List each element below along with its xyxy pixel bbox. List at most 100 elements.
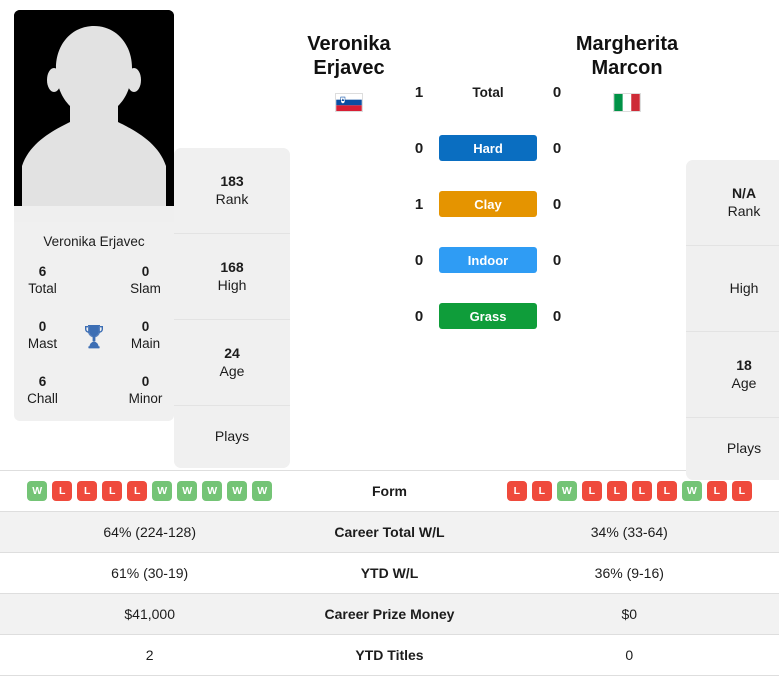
h2h-row-grass: 0 Grass 0 (408, 288, 568, 344)
left-form-badge-8[interactable]: W (202, 481, 223, 501)
left-high-row: 168 High (174, 234, 290, 320)
left-titles-total: 6 Total (14, 264, 71, 297)
right-prize-money: $0 (479, 593, 779, 635)
left-rank-row: 183 Rank (174, 148, 290, 234)
right-form-badge-7[interactable]: L (656, 481, 677, 501)
table-row-ytd-wl: 61% (30-19) YTD W/L 36% (9-16) (0, 552, 779, 594)
h2h-indoor-badge[interactable]: Indoor (439, 247, 537, 273)
head-to-head-surfaces: 1 Total 0 0 Hard 0 1 Clay 0 0 Indoor 0 0… (408, 10, 568, 344)
right-player-first-name: Margherita (575, 33, 679, 55)
left-age-row: 24 Age (174, 320, 290, 406)
left-player-first-name: Veronika (307, 33, 391, 55)
h2h-indoor-left-score: 0 (414, 251, 424, 269)
left-ytd-titles: 2 (0, 634, 300, 676)
right-ytd-wl: 36% (9-16) (479, 552, 779, 594)
right-form-strip: LLWLLLLWLL (480, 481, 779, 501)
right-form-badge-8[interactable]: W (681, 481, 702, 501)
left-rank-label: Rank (215, 190, 249, 207)
row-label-ytd-wl: YTD W/L (299, 552, 480, 594)
row-label-ytd-titles: YTD Titles (299, 634, 480, 676)
h2h-indoor-right-score: 0 (552, 251, 562, 269)
h2h-grass-badge[interactable]: Grass (439, 303, 537, 329)
left-form-badge-10[interactable]: W (252, 481, 273, 501)
left-form-badge-5[interactable]: L (127, 481, 148, 501)
right-form-badge-2[interactable]: L (531, 481, 552, 501)
h2h-hard-badge[interactable]: Hard (439, 135, 537, 161)
left-age-label: Age (219, 362, 245, 379)
left-titles-mast-label: Mast (27, 335, 58, 351)
left-form-badge-7[interactable]: W (177, 481, 198, 501)
left-high-value: 168 (220, 259, 244, 275)
left-form-badge-6[interactable]: W (152, 481, 173, 501)
left-career-wl: 64% (224-128) (0, 511, 300, 553)
h2h-clay-left-score: 1 (414, 195, 424, 213)
slovenia-flag-icon (335, 92, 363, 112)
right-rank-value: N/A (731, 185, 757, 201)
left-form-badge-9[interactable]: W (227, 481, 248, 501)
left-player-column: Veronika Erjavec 6 Total 0 Slam 0 Mast 0… (14, 10, 174, 421)
left-titles-chall-value: 6 (38, 374, 47, 390)
left-age-value: 24 (224, 345, 240, 361)
right-age-value: 18 (736, 357, 752, 373)
left-player-name-block: Veronika Erjavec (290, 10, 408, 112)
left-titles-main-label: Main (130, 335, 161, 351)
player-silhouette-icon (14, 10, 174, 222)
right-form-badge-9[interactable]: L (706, 481, 727, 501)
left-player-last-name: Erjavec (313, 57, 385, 80)
left-titles-mast: 0 Mast (14, 319, 71, 352)
left-titles-chall-label: Chall (27, 390, 58, 406)
right-form-badge-10[interactable]: L (731, 481, 752, 501)
h2h-total-left-score: 1 (414, 83, 424, 101)
center-section: Veronika Erjavec 1 Total 0 0 Hard 0 1 Cl… (290, 10, 686, 344)
right-plays-label: Plays (726, 440, 762, 457)
right-ytd-titles: 0 (479, 634, 779, 676)
left-form-cell: WLLLLWWWWW (0, 470, 300, 512)
left-titles-grid: 6 Total 0 Slam 0 Mast 0 Main 6 Chall 0 M… (14, 264, 174, 407)
left-form-strip: WLLLLWWWWW (0, 481, 299, 501)
left-rank-value: 183 (220, 173, 244, 189)
right-career-wl: 34% (33-64) (479, 511, 779, 553)
left-titles-slam-label: Slam (130, 280, 161, 296)
right-form-badge-6[interactable]: L (631, 481, 652, 501)
right-player-last-name: Marcon (591, 57, 663, 80)
right-high-label: High (729, 279, 759, 296)
table-row-prize-money: $41,000 Career Prize Money $0 (0, 593, 779, 635)
row-label-career-wl: Career Total W/L (299, 511, 480, 553)
left-player-titles-card: Veronika Erjavec 6 Total 0 Slam 0 Mast 0… (14, 222, 174, 421)
row-label-form: Form (299, 470, 480, 512)
left-ytd-wl: 61% (30-19) (0, 552, 300, 594)
table-row-ytd-titles: 2 YTD Titles 0 (0, 634, 779, 676)
right-plays-row: Plays (686, 418, 779, 480)
left-trophy-icon-cell (71, 323, 117, 349)
left-player-card-name: Veronika Erjavec (43, 234, 145, 249)
left-titles-main-value: 0 (141, 319, 150, 335)
trophy-icon (85, 324, 103, 348)
left-form-badge-2[interactable]: L (52, 481, 73, 501)
right-rank-row: N/A Rank (686, 160, 779, 246)
h2h-row-clay: 1 Clay 0 (408, 176, 568, 232)
h2h-clay-right-score: 0 (552, 195, 562, 213)
table-row-career-wl: 64% (224-128) Career Total W/L 34% (33-6… (0, 511, 779, 553)
h2h-grass-left-score: 0 (414, 307, 424, 325)
left-prize-money: $41,000 (0, 593, 300, 635)
h2h-clay-badge[interactable]: Clay (439, 191, 537, 217)
left-titles-main: 0 Main (117, 319, 174, 352)
right-age-row: 18 Age (686, 332, 779, 418)
player-comparison-page: Veronika Erjavec 6 Total 0 Slam 0 Mast 0… (0, 0, 779, 699)
right-rank-card: N/A Rank High 18 Age Plays (686, 160, 779, 480)
left-titles-total-value: 6 (38, 264, 47, 280)
left-form-badge-1[interactable]: W (27, 481, 48, 501)
left-form-badge-3[interactable]: L (77, 481, 98, 501)
right-form-badge-4[interactable]: L (581, 481, 602, 501)
h2h-row-hard: 0 Hard 0 (408, 120, 568, 176)
italy-flag-icon (613, 92, 641, 112)
right-form-badge-5[interactable]: L (606, 481, 627, 501)
right-form-badge-1[interactable]: L (506, 481, 527, 501)
left-titles-mast-value: 0 (38, 319, 47, 335)
left-rank-card: 183 Rank 168 High 24 Age Plays (174, 148, 290, 468)
left-titles-minor-value: 0 (141, 374, 150, 390)
left-form-badge-4[interactable]: L (102, 481, 123, 501)
h2h-total-right-score: 0 (552, 83, 562, 101)
right-rank-label: Rank (727, 202, 761, 219)
right-form-badge-3[interactable]: W (556, 481, 577, 501)
